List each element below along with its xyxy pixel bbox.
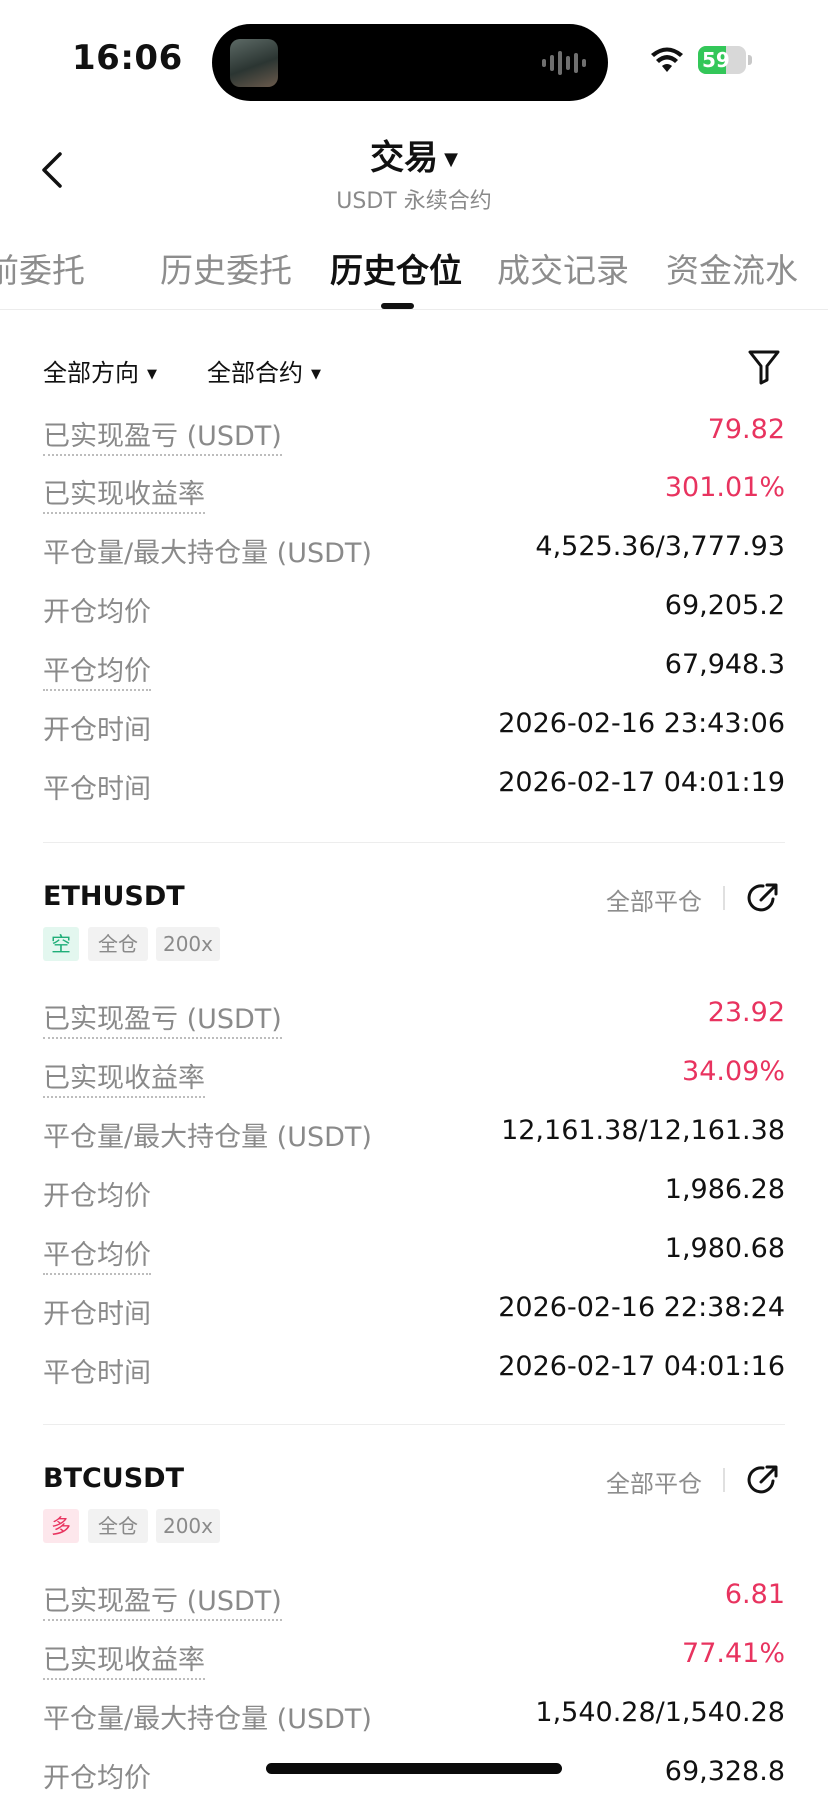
close-max-qty-label: 平仓量/最大持仓量 (USDT) bbox=[43, 1122, 372, 1153]
now-playing-thumbnail bbox=[230, 39, 278, 87]
realized-pnl-row: 已实现盈亏 (USDT) 6.81 bbox=[43, 1579, 785, 1621]
close-max-qty-value: 12,161.38/12,161.38 bbox=[501, 1115, 785, 1146]
direction-filter-label: 全部方向 bbox=[43, 359, 139, 387]
status-bar: 16:06 59 bbox=[0, 0, 828, 110]
open-time-value: 2026-02-16 22:38:24 bbox=[498, 1292, 785, 1323]
close-avg-value: 1,980.68 bbox=[664, 1233, 785, 1264]
share-icon[interactable] bbox=[746, 1463, 780, 1497]
direction-filter[interactable]: 全部方向 ▼ bbox=[43, 353, 157, 388]
tab-funding-flow[interactable]: 资金流水 bbox=[666, 244, 798, 292]
battery-indicator: 59 bbox=[698, 46, 752, 74]
close-time-label: 平仓时间 bbox=[43, 774, 151, 805]
close-max-qty-label: 平仓量/最大持仓量 (USDT) bbox=[43, 538, 372, 569]
close-avg-row: 平仓均价 1,980.68 bbox=[43, 1233, 785, 1275]
open-avg-value: 69,328.8 bbox=[664, 1756, 785, 1787]
divider bbox=[723, 1468, 725, 1492]
filter-icon[interactable] bbox=[748, 349, 780, 385]
audio-wave-icon bbox=[542, 50, 586, 76]
page-title-text: 交易 bbox=[370, 138, 439, 178]
realized-pnl-value: 79.82 bbox=[707, 414, 785, 445]
caret-down-icon: ▼ bbox=[147, 366, 157, 382]
open-time-label: 开仓时间 bbox=[43, 1299, 151, 1330]
tab-bar: 前委托 历史委托 历史仓位 成交记录 资金流水 bbox=[0, 240, 828, 310]
open-avg-value: 69,205.2 bbox=[664, 590, 785, 621]
open-avg-row: 开仓均价 1,986.28 bbox=[43, 1174, 785, 1214]
realized-pnl-label[interactable]: 已实现盈亏 (USDT) bbox=[43, 414, 282, 456]
open-avg-value: 1,986.28 bbox=[664, 1174, 785, 1205]
margin-mode-badge: 全仓 bbox=[88, 927, 148, 961]
page-title[interactable]: 交易 ▼ bbox=[0, 130, 828, 179]
close-time-row: 平仓时间 2026-02-17 04:01:19 bbox=[43, 767, 785, 807]
status-time: 16:06 bbox=[72, 38, 183, 78]
close-avg-label[interactable]: 平仓均价 bbox=[43, 1233, 151, 1275]
divider bbox=[43, 1424, 785, 1425]
realized-roi-value: 34.09% bbox=[682, 1056, 785, 1087]
open-time-row: 开仓时间 2026-02-16 22:38:24 bbox=[43, 1292, 785, 1332]
wifi-icon bbox=[651, 47, 683, 72]
side-badge: 多 bbox=[43, 1509, 79, 1543]
close-time-label: 平仓时间 bbox=[43, 1358, 151, 1389]
close-avg-row: 平仓均价 67,948.3 bbox=[43, 649, 785, 691]
divider bbox=[723, 886, 725, 910]
open-time-value: 2026-02-16 23:43:06 bbox=[498, 708, 785, 739]
position-symbol: ETHUSDT bbox=[43, 881, 185, 912]
realized-pnl-label[interactable]: 已实现盈亏 (USDT) bbox=[43, 997, 282, 1039]
tab-order-history[interactable]: 历史委托 bbox=[160, 244, 292, 292]
page-subtitle: USDT 永续合约 bbox=[336, 189, 492, 214]
contract-filter-label: 全部合约 bbox=[207, 359, 303, 387]
close-avg-label[interactable]: 平仓均价 bbox=[43, 649, 151, 691]
close-max-qty-row: 平仓量/最大持仓量 (USDT) 4,525.36/3,777.93 bbox=[43, 531, 785, 571]
contract-filter[interactable]: 全部合约 ▼ bbox=[207, 353, 321, 388]
share-icon[interactable] bbox=[746, 881, 780, 915]
realized-roi-label[interactable]: 已实现收益率 bbox=[43, 472, 205, 514]
close-max-qty-label: 平仓量/最大持仓量 (USDT) bbox=[43, 1704, 372, 1735]
close-time-value: 2026-02-17 04:01:19 bbox=[498, 767, 785, 798]
battery-level: 59 bbox=[702, 48, 730, 72]
divider bbox=[43, 842, 785, 843]
close-max-qty-value: 4,525.36/3,777.93 bbox=[535, 531, 785, 562]
realized-roi-value: 77.41% bbox=[682, 1638, 785, 1669]
realized-roi-row: 已实现收益率 77.41% bbox=[43, 1638, 785, 1680]
realized-pnl-row: 已实现盈亏 (USDT) 23.92 bbox=[43, 997, 785, 1039]
close-all-button[interactable]: 全部平仓 bbox=[606, 1464, 702, 1499]
close-time-value: 2026-02-17 04:01:16 bbox=[498, 1351, 785, 1382]
realized-roi-row: 已实现收益率 34.09% bbox=[43, 1056, 785, 1098]
tab-trade-history[interactable]: 成交记录 bbox=[497, 244, 629, 292]
margin-mode-badge: 全仓 bbox=[88, 1509, 148, 1543]
dynamic-island[interactable] bbox=[212, 24, 608, 101]
position-symbol: BTCUSDT bbox=[43, 1463, 185, 1494]
open-avg-row: 开仓均价 69,205.2 bbox=[43, 590, 785, 630]
leverage-badge: 200x bbox=[156, 927, 220, 961]
close-time-row: 平仓时间 2026-02-17 04:01:16 bbox=[43, 1351, 785, 1391]
realized-roi-label[interactable]: 已实现收益率 bbox=[43, 1638, 205, 1680]
leverage-badge: 200x bbox=[156, 1509, 220, 1543]
close-max-qty-row: 平仓量/最大持仓量 (USDT) 12,161.38/12,161.38 bbox=[43, 1115, 785, 1155]
realized-roi-value: 301.01% bbox=[664, 472, 785, 503]
tab-current-orders[interactable]: 前委托 bbox=[0, 244, 85, 292]
open-time-row: 开仓时间 2026-02-16 23:43:06 bbox=[43, 708, 785, 748]
close-avg-value: 67,948.3 bbox=[664, 649, 785, 680]
realized-pnl-label[interactable]: 已实现盈亏 (USDT) bbox=[43, 1579, 282, 1621]
realized-pnl-value: 6.81 bbox=[724, 1579, 785, 1610]
close-max-qty-row: 平仓量/最大持仓量 (USDT) 1,540.28/1,540.28 bbox=[43, 1697, 785, 1737]
open-avg-label: 开仓均价 bbox=[43, 1763, 151, 1794]
realized-roi-row: 已实现收益率 301.01% bbox=[43, 472, 785, 514]
realized-pnl-value: 23.92 bbox=[707, 997, 785, 1028]
caret-down-icon: ▼ bbox=[444, 149, 458, 170]
tab-position-history[interactable]: 历史仓位 bbox=[330, 244, 462, 292]
home-indicator[interactable] bbox=[266, 1763, 562, 1774]
divider bbox=[0, 309, 828, 310]
close-all-button[interactable]: 全部平仓 bbox=[606, 882, 702, 917]
close-max-qty-value: 1,540.28/1,540.28 bbox=[535, 1697, 785, 1728]
caret-down-icon: ▼ bbox=[311, 366, 321, 382]
open-avg-label: 开仓均价 bbox=[43, 1181, 151, 1212]
realized-roi-label[interactable]: 已实现收益率 bbox=[43, 1056, 205, 1098]
side-badge: 空 bbox=[43, 927, 79, 961]
trade-history-page: 16:06 59 交易 ▼ USDT 永续合约 前委托 历史委托 历史仓位 成交… bbox=[0, 0, 828, 1796]
open-time-label: 开仓时间 bbox=[43, 715, 151, 746]
open-avg-row: 开仓均价 69,328.8 bbox=[43, 1756, 785, 1796]
open-avg-label: 开仓均价 bbox=[43, 597, 151, 628]
realized-pnl-row: 已实现盈亏 (USDT) 79.82 bbox=[43, 414, 785, 456]
